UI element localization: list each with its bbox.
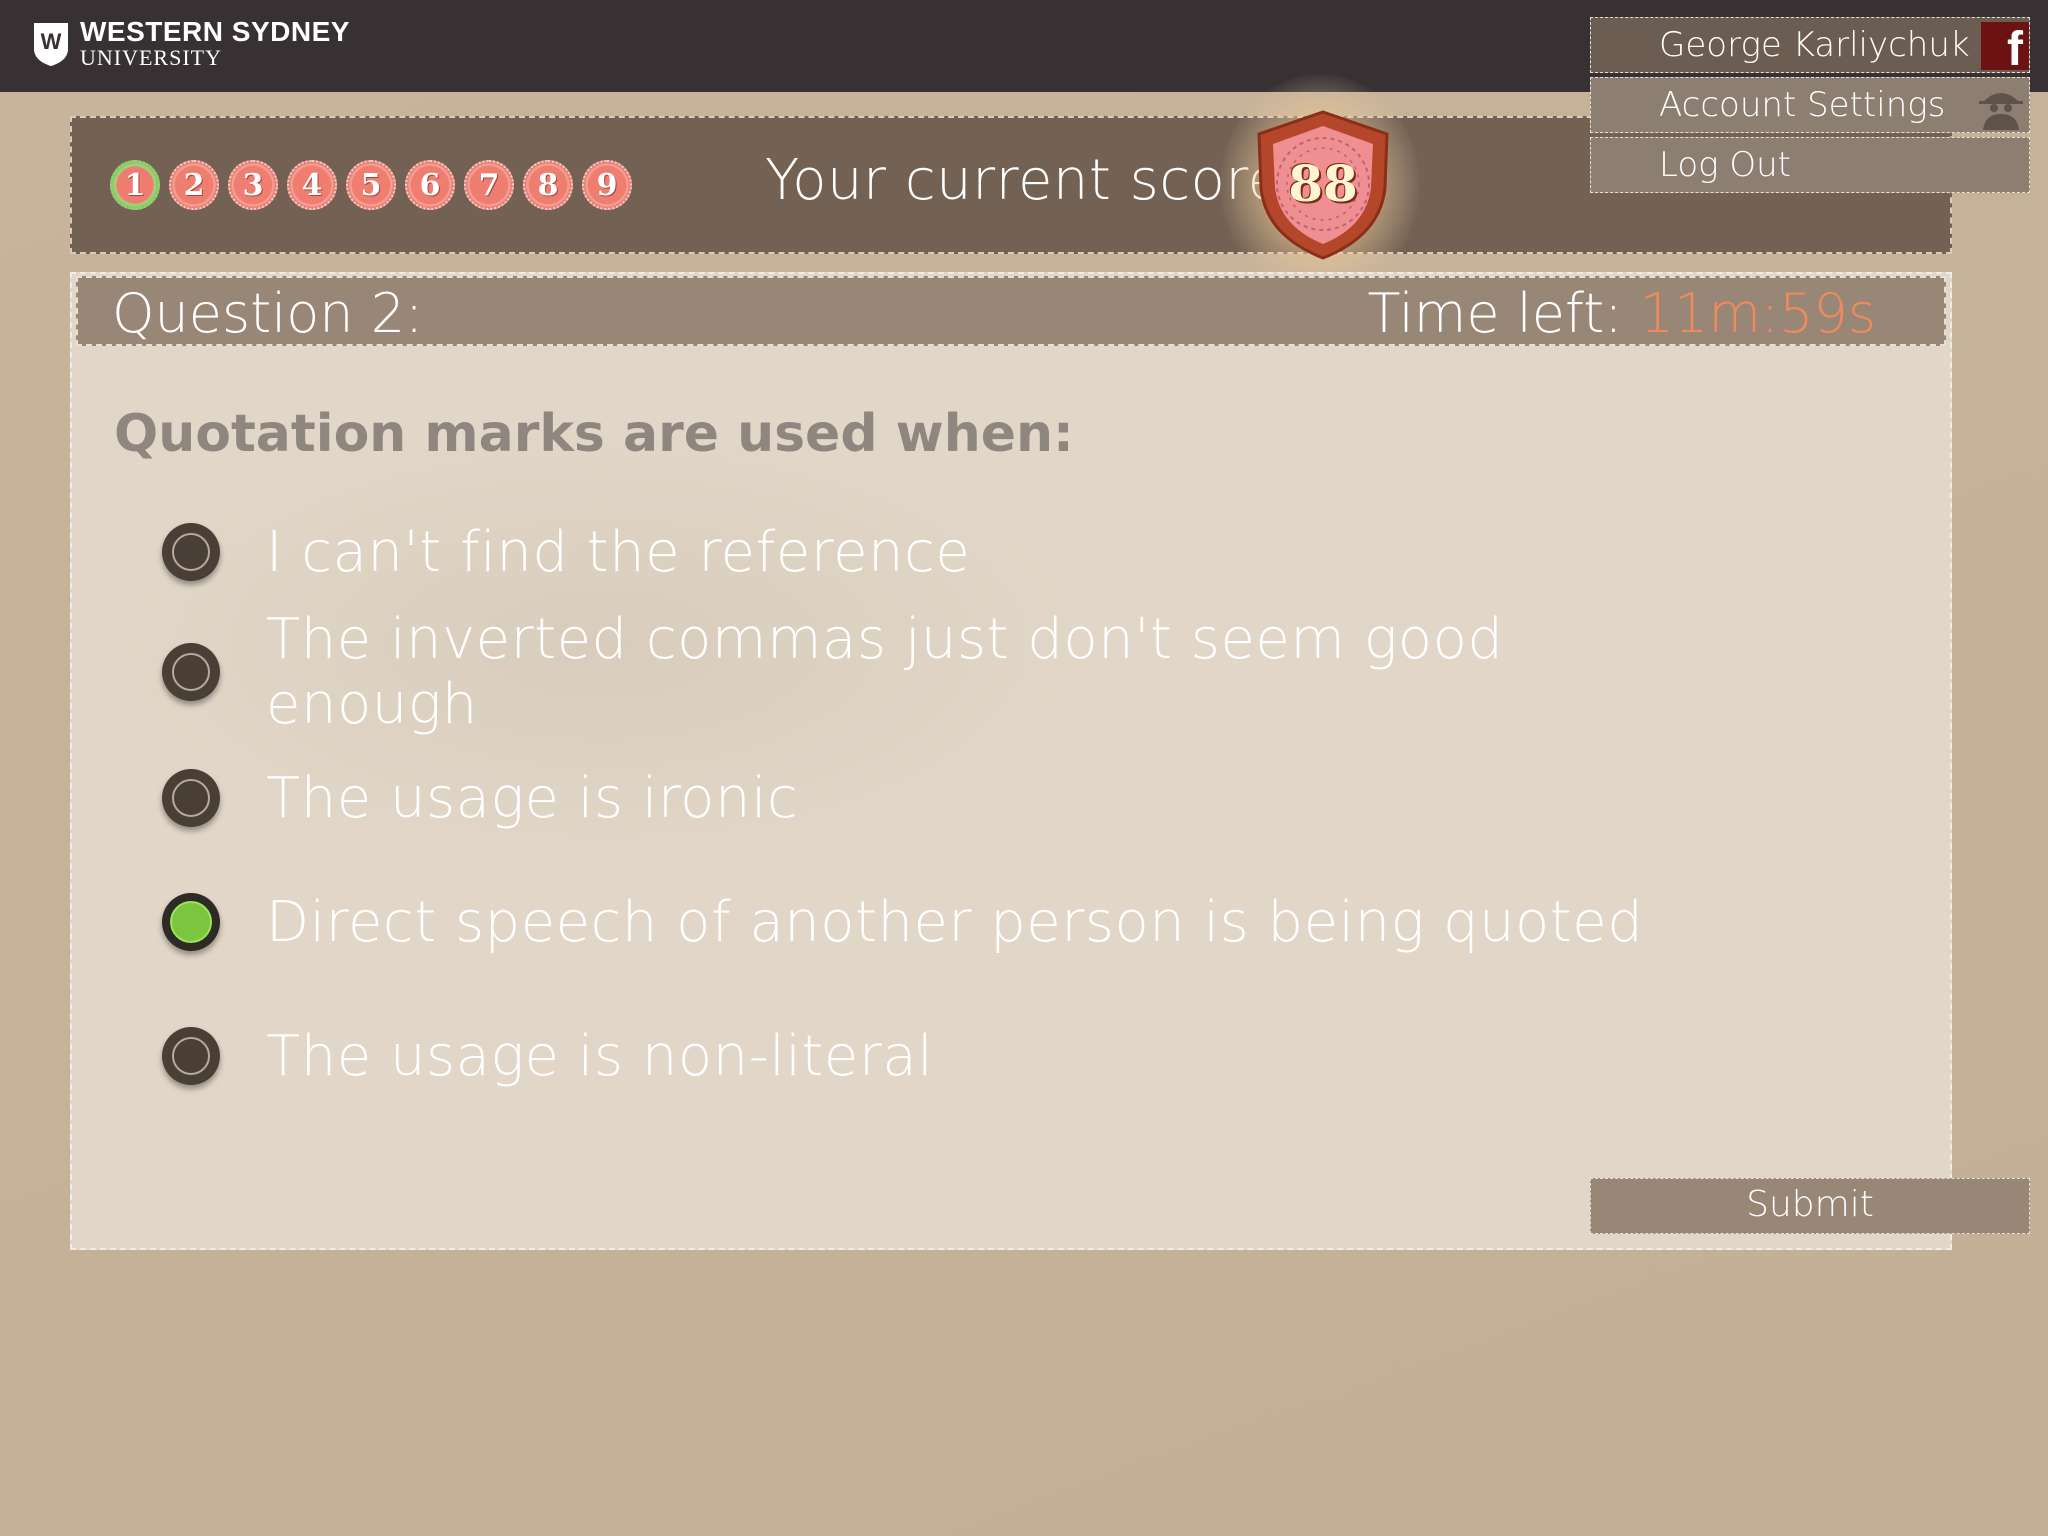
radio-button[interactable] — [162, 523, 220, 581]
time-left: Time left: 11m:59s — [1367, 282, 1876, 345]
radio-button[interactable] — [162, 1027, 220, 1085]
question-panel: Question 2: Time left: 11m:59s Quotation… — [70, 272, 1952, 1250]
score-value: 88 — [1288, 154, 1358, 213]
account-menu: George Karliychuk f Account Settings Log… — [1590, 17, 2030, 197]
logo-line-2: UNIVERSITY — [80, 45, 222, 70]
svg-text:W: W — [41, 29, 62, 54]
log-out-label: Log Out — [1659, 145, 1791, 185]
time-left-value: 11m:59s — [1639, 282, 1876, 345]
submit-button[interactable]: Submit — [1590, 1178, 2030, 1234]
progress-step-1[interactable]: 1 — [110, 160, 160, 210]
answer-option-3[interactable]: The usage is ironic — [162, 758, 1662, 838]
logo-text: WESTERN SYDNEY UNIVERSITY — [80, 18, 350, 69]
progress-step-9[interactable]: 9 — [582, 160, 632, 210]
user-name: George Karliychuk — [1659, 25, 1970, 65]
radio-button[interactable] — [162, 643, 220, 701]
progress-step-7[interactable]: 7 — [464, 160, 514, 210]
progress-step-2[interactable]: 2 — [169, 160, 219, 210]
answer-option-2[interactable]: The inverted commas just don't seem good… — [162, 607, 1662, 737]
facebook-icon: f — [1981, 22, 2029, 76]
log-out-item[interactable]: Log Out — [1590, 137, 2030, 193]
radio-button[interactable] — [162, 769, 220, 827]
progress-step-5[interactable]: 5 — [346, 160, 396, 210]
question-title: Question 2: — [112, 282, 424, 345]
question-prompt: Quotation marks are used when: — [114, 404, 1074, 464]
answer-option-4[interactable]: Direct speech of another person is being… — [162, 882, 1662, 962]
account-settings-item[interactable]: Account Settings — [1590, 77, 2030, 133]
answer-option-label[interactable]: The inverted commas just don't seem good… — [266, 607, 1662, 737]
logo-line-1: WESTERN SYDNEY — [80, 16, 350, 47]
progress-step-8[interactable]: 8 — [523, 160, 573, 210]
university-logo[interactable]: W WESTERN SYDNEY UNIVERSITY — [32, 18, 350, 69]
answer-option-5[interactable]: The usage is non-literal — [162, 1016, 1662, 1096]
answer-option-label[interactable]: The usage is ironic — [266, 766, 798, 831]
progress-step-6[interactable]: 6 — [405, 160, 455, 210]
university-shield-icon: W — [34, 22, 68, 66]
progress-step-3[interactable]: 3 — [228, 160, 278, 210]
answer-option-1[interactable]: I can't find the reference — [162, 512, 1662, 592]
time-left-label: Time left: — [1367, 282, 1623, 345]
answer-option-label[interactable]: I can't find the reference — [266, 520, 970, 585]
question-header: Question 2: Time left: 11m:59s — [76, 276, 1946, 346]
account-settings-label: Account Settings — [1659, 85, 1946, 125]
answer-option-label[interactable]: Direct speech of another person is being… — [266, 890, 1643, 955]
spy-avatar-icon — [1979, 93, 2023, 130]
radio-button-selected[interactable] — [162, 893, 220, 951]
progress-step-4[interactable]: 4 — [287, 160, 337, 210]
user-name-item[interactable]: George Karliychuk f — [1590, 17, 2030, 76]
question-progress: 1 2 3 4 5 6 7 8 9 — [110, 160, 641, 210]
answer-option-label[interactable]: The usage is non-literal — [266, 1024, 933, 1089]
